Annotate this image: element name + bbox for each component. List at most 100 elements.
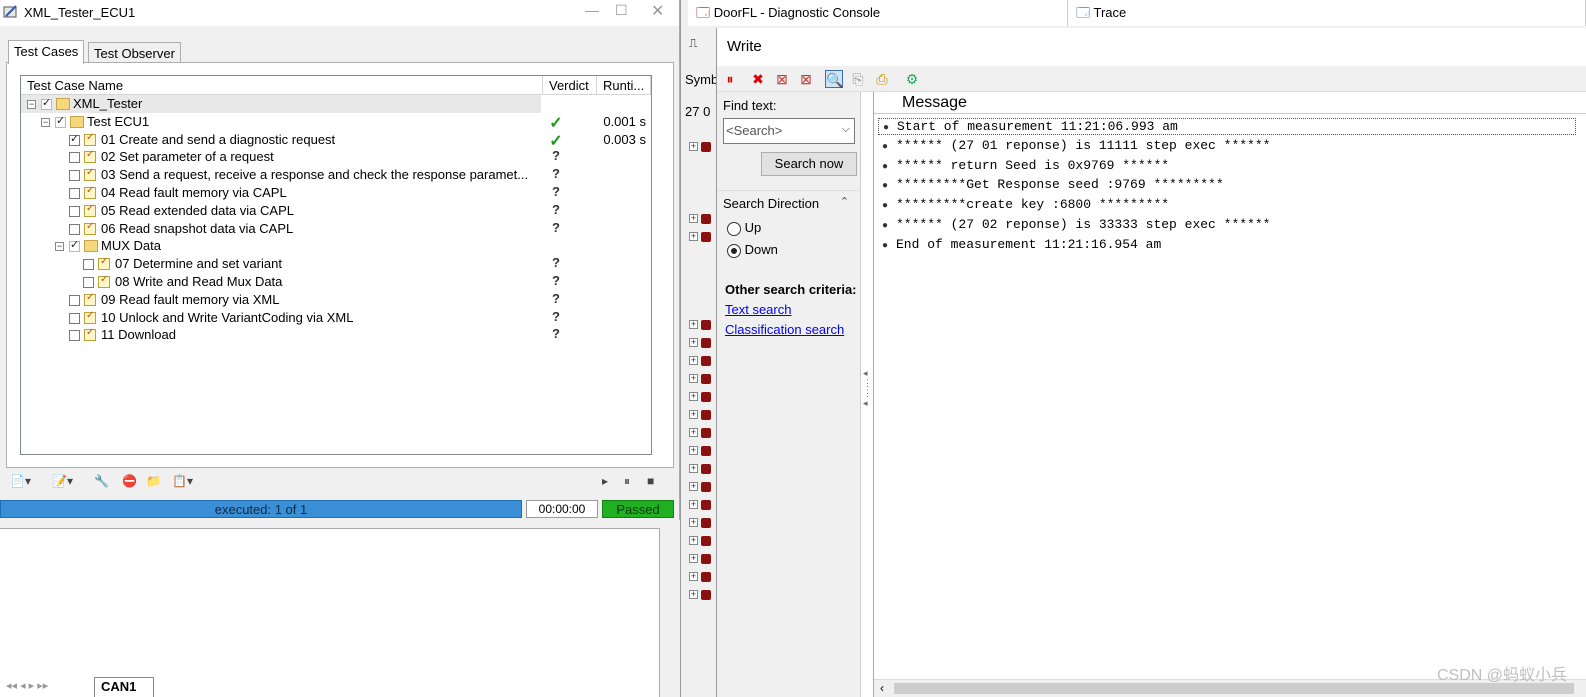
message-column-header[interactable]: Message	[874, 92, 1586, 114]
test-checkbox[interactable]	[69, 223, 80, 235]
test-group-row[interactable]: − MUX Data	[21, 237, 651, 255]
expand-icon[interactable]: +	[689, 428, 698, 437]
expand-icon[interactable]: +	[689, 446, 698, 455]
settings-icon[interactable]: ⚙	[903, 70, 921, 88]
export-icon[interactable]: ⎙	[873, 70, 891, 88]
radio-up[interactable]: Up	[727, 220, 761, 236]
tab-test-cases[interactable]: Test Cases	[8, 40, 85, 64]
pause-icon[interactable]: ⏸	[624, 474, 630, 490]
test-case-row[interactable]: 03 Send a request, receive a response an…	[21, 166, 651, 184]
tab-trace[interactable]: 🗔 Trace	[1068, 0, 1586, 26]
test-checkbox[interactable]	[69, 152, 80, 164]
scroll-left-icon[interactable]: ‹	[880, 681, 884, 695]
expand-collapse-icon[interactable]: −	[41, 117, 50, 127]
test-case-row[interactable]: 01 Create and send a diagnostic request✓…	[21, 131, 651, 150]
classification-search-link[interactable]: Classification search	[725, 322, 844, 337]
test-case-tree[interactable]: Test Case Name Verdict Runti... − XML_Tes…	[20, 75, 652, 455]
document-icon[interactable]: 📋▾	[172, 474, 193, 490]
message-row[interactable]: ● Start of measurement 11:21:06.993 am	[878, 118, 1576, 135]
expand-icon[interactable]: +	[689, 464, 698, 473]
tab-can1[interactable]: CAN1	[94, 677, 154, 697]
message-row[interactable]: ● ****** (27 01 reponse) is 11111 step ex…	[882, 138, 1270, 153]
test-checkbox[interactable]	[69, 205, 80, 217]
expand-collapse-icon[interactable]: −	[55, 242, 64, 252]
expand-icon[interactable]: +	[689, 232, 698, 241]
test-checkbox[interactable]	[69, 330, 80, 342]
test-case-row[interactable]: 09 Read fault memory via XML?	[21, 291, 651, 309]
play-icon[interactable]: ▸	[602, 474, 608, 490]
test-checkbox[interactable]	[69, 312, 80, 324]
test-case-row[interactable]: 11 Download?	[21, 326, 651, 344]
expand-icon[interactable]: +	[689, 500, 698, 509]
column-header-name[interactable]: Test Case Name	[21, 76, 543, 95]
expand-icon[interactable]: +	[689, 356, 698, 365]
column-header-verdict[interactable]: Verdict	[543, 76, 597, 95]
expand-icon[interactable]: +	[689, 572, 698, 581]
scroll-nav[interactable]: ◂◂ ◂ ▸ ▸▸	[6, 679, 48, 692]
splitter-handle[interactable]: ◂ ⋮ ⋮ ◂	[863, 368, 872, 438]
message-row[interactable]: ● ****** return Seed is 0x9769 ******	[882, 158, 1169, 173]
test-case-row[interactable]: 10 Unlock and Write VariantCoding via XM…	[21, 309, 651, 327]
clear-icon[interactable]: ✖	[749, 70, 767, 88]
test-root-row[interactable]: − XML_Tester	[21, 95, 541, 113]
text-search-link[interactable]: Text search	[725, 302, 791, 317]
test-checkbox[interactable]	[69, 238, 80, 253]
message-row[interactable]: ● *********create key :6800 *********	[882, 197, 1169, 212]
find-icon[interactable]: 🔍	[825, 70, 843, 88]
tab-test-observer[interactable]: Test Observer	[88, 42, 181, 64]
expand-icon[interactable]: +	[689, 214, 698, 223]
clear-window-icon[interactable]: ⊠	[773, 70, 791, 88]
message-row[interactable]: ● *********Get Response seed :9769 ******…	[882, 177, 1224, 192]
expand-collapse-icon[interactable]: −	[27, 100, 36, 109]
test-checkbox[interactable]	[69, 132, 80, 146]
expand-icon[interactable]: +	[689, 320, 698, 329]
test-case-row[interactable]: 06 Read snapshot data via CAPL?	[21, 220, 651, 238]
test-checkbox[interactable]	[83, 259, 94, 271]
expand-icon[interactable]: +	[689, 374, 698, 383]
stop-error-icon[interactable]: ⛔	[122, 474, 137, 490]
clear-all-icon[interactable]: ⊠	[797, 70, 815, 88]
maximize-icon[interactable]: ☐	[615, 2, 628, 19]
test-checkbox[interactable]	[55, 114, 66, 128]
expand-icon[interactable]: +	[689, 590, 698, 599]
collapse-icon[interactable]: ⌃	[840, 195, 849, 208]
test-checkbox[interactable]	[69, 188, 80, 199]
search-now-button[interactable]: Search now	[761, 152, 857, 176]
expand-icon[interactable]: +	[689, 410, 698, 419]
expand-icon[interactable]: +	[689, 142, 698, 151]
test-checkbox[interactable]	[41, 96, 52, 110]
tab-diagnostic-console[interactable]: 🗔 DoorFL - Diagnostic Console	[688, 0, 1068, 26]
message-row[interactable]: ● ****** (27 02 reponse) is 33333 step ex…	[882, 217, 1270, 232]
test-group-row[interactable]: −Test ECU1✓0.001 s	[21, 113, 651, 132]
edit-icon[interactable]: 📝▾	[52, 474, 73, 490]
search-input[interactable]: <Search> ⌵	[723, 118, 855, 144]
pause-icon[interactable]: ⏸	[721, 70, 739, 88]
message-row[interactable]: ● End of measurement 11:21:16.954 am	[882, 237, 1161, 252]
folder-icon[interactable]: 📁	[146, 474, 161, 490]
test-checkbox[interactable]	[69, 294, 80, 306]
expand-icon[interactable]: +	[689, 392, 698, 401]
stop-icon[interactable]: ■	[647, 474, 654, 490]
close-icon[interactable]: ✕	[651, 1, 664, 21]
column-header-runtime[interactable]: Runti...	[597, 76, 651, 95]
expand-icon[interactable]: +	[689, 554, 698, 563]
radio-down[interactable]: Down	[727, 242, 778, 258]
test-case-row[interactable]: 08 Write and Read Mux Data?	[21, 273, 651, 291]
report-icon[interactable]: 📄▾	[10, 474, 31, 490]
test-case-row[interactable]: 05 Read extended data via CAPL?	[21, 202, 651, 220]
copy-icon[interactable]: ⎘	[849, 70, 867, 88]
test-case-row[interactable]: 07 Determine and set variant?	[21, 255, 651, 273]
expand-icon[interactable]: +	[689, 536, 698, 545]
test-checkbox[interactable]	[69, 170, 80, 182]
test-case-row[interactable]: 02 Set parameter of a request?	[21, 148, 651, 166]
expand-icon[interactable]: +	[689, 338, 698, 347]
minimize-icon[interactable]: —	[585, 2, 599, 18]
test-checkbox[interactable]	[83, 277, 94, 288]
expand-icon[interactable]: +	[689, 518, 698, 527]
expand-icon[interactable]: +	[689, 482, 698, 491]
configure-icon[interactable]: 🔧	[94, 474, 109, 490]
test-case-row[interactable]: 04 Read fault memory via CAPL?	[21, 184, 651, 202]
test-case-label: 03 Send a request, receive a response an…	[101, 167, 529, 183]
search-direction-header[interactable]: Search Direction ⌃	[717, 190, 861, 214]
chevron-down-icon[interactable]: ⌵	[842, 123, 850, 136]
